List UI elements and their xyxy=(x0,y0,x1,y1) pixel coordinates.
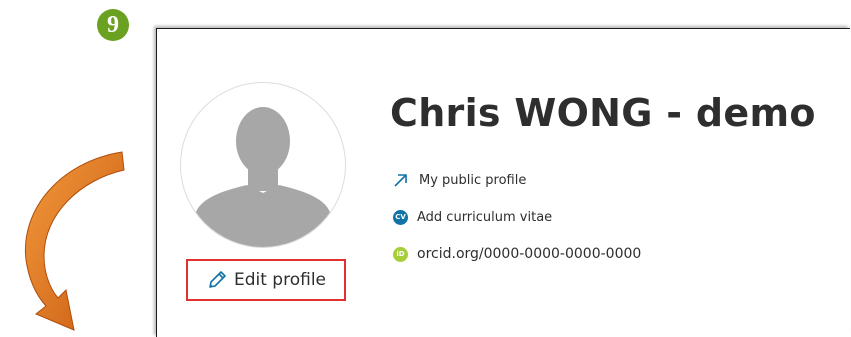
curved-arrow-icon xyxy=(24,151,125,331)
orcid-icon: iD xyxy=(393,246,408,262)
edit-profile-button[interactable]: Edit profile xyxy=(186,259,346,301)
edit-profile-label: Edit profile xyxy=(233,270,327,290)
add-cv-label: Add curriculum vitae xyxy=(417,209,553,225)
pencil-icon xyxy=(209,271,226,288)
cv-icon: CV xyxy=(393,209,408,225)
avatar xyxy=(180,82,346,248)
add-cv-link[interactable]: CV Add curriculum vitae xyxy=(392,206,552,228)
profile-name: Chris WONG - demo xyxy=(390,91,816,135)
orcid-label: orcid.org/0000-0000-0000-0000 xyxy=(417,246,642,262)
default-person-avatar-icon xyxy=(189,107,337,247)
step-number-badge: 9 xyxy=(97,9,129,41)
public-profile-label: My public profile xyxy=(419,172,527,188)
public-profile-link[interactable]: My public profile xyxy=(392,169,526,191)
orcid-link[interactable]: iD orcid.org/0000-0000-0000-0000 xyxy=(392,243,641,265)
external-link-icon xyxy=(394,174,407,187)
profile-card: Chris WONG - demo My public profile CV A… xyxy=(156,28,850,337)
